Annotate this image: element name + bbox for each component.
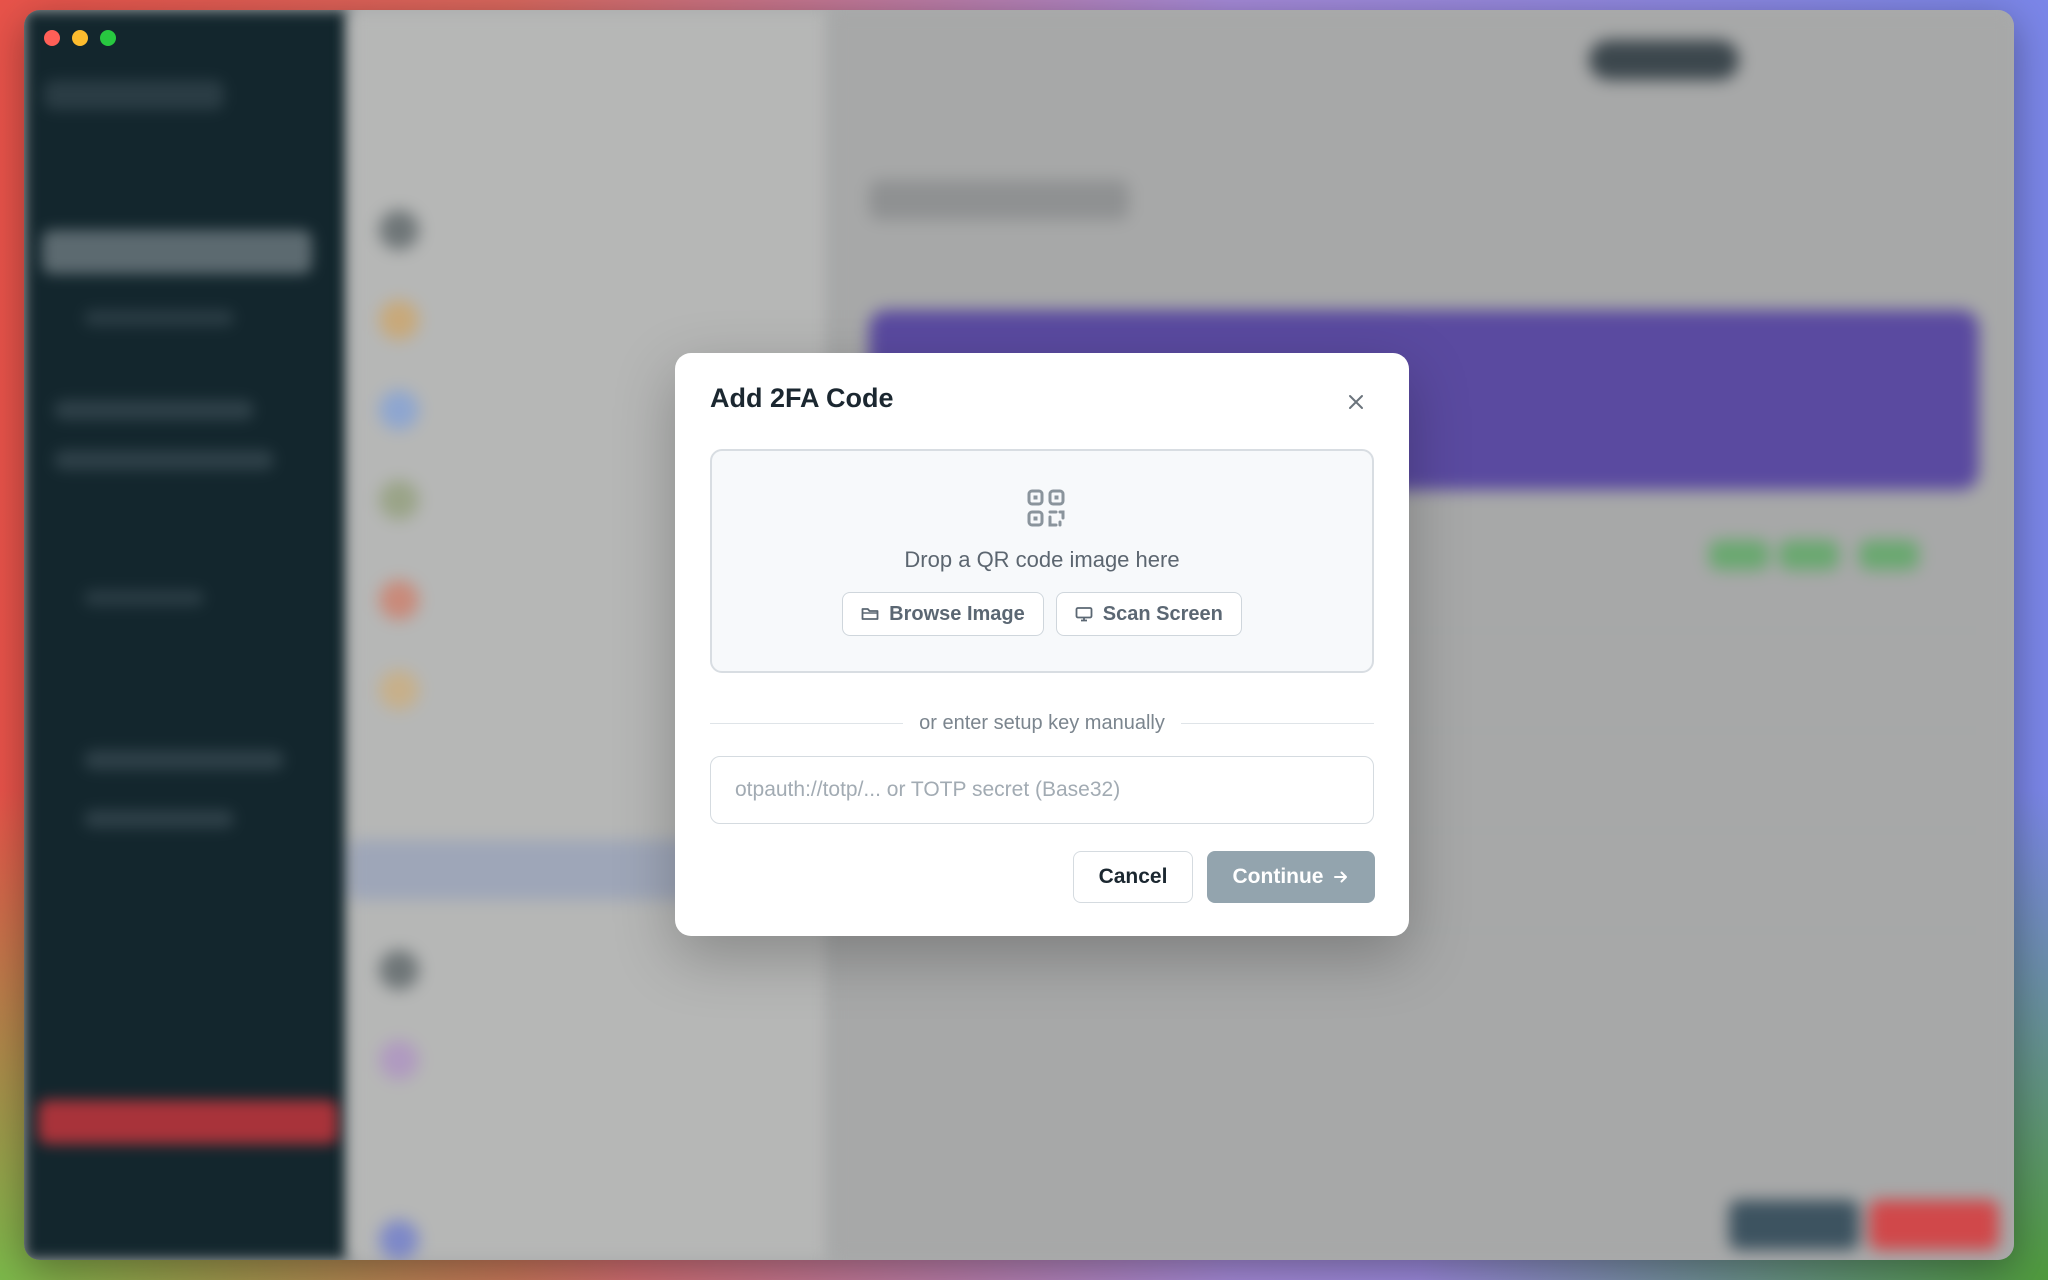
- divider-line-right: [1180, 722, 1374, 724]
- close-button[interactable]: [1341, 387, 1371, 417]
- window-controls: [44, 30, 116, 46]
- browse-image-button[interactable]: Browse Image: [842, 592, 1044, 636]
- close-icon: [1349, 395, 1363, 409]
- scan-screen-label: Scan Screen: [1102, 602, 1223, 625]
- close-window-button[interactable]: [44, 30, 60, 46]
- scan-screen-button[interactable]: Scan Screen: [1055, 592, 1242, 636]
- continue-button[interactable]: Continue: [1207, 851, 1375, 903]
- qr-dropzone[interactable]: Drop a QR code image here Browse Image S…: [710, 449, 1374, 673]
- continue-label: Continue: [1232, 865, 1324, 888]
- folder-icon: [861, 608, 879, 620]
- browse-image-label: Browse Image: [889, 602, 1025, 625]
- monitor-icon: [1075, 607, 1093, 622]
- add-2fa-modal: Add 2FA Code Drop a QR code image here B…: [675, 353, 1409, 936]
- arrow-right-icon: [1334, 871, 1348, 883]
- cancel-button[interactable]: Cancel: [1073, 851, 1193, 903]
- app-window: Add 2FA Code Drop a QR code image here B…: [24, 10, 2014, 1260]
- dropzone-text: Drop a QR code image here: [904, 547, 1180, 572]
- manual-entry-divider: or enter setup key manually: [710, 708, 1374, 738]
- divider-line-left: [710, 722, 904, 724]
- divider-text: or enter setup key manually: [919, 711, 1165, 734]
- zoom-window-button[interactable]: [100, 30, 116, 46]
- modal-title: Add 2FA Code: [710, 383, 894, 413]
- minimize-window-button[interactable]: [72, 30, 88, 46]
- qr-code-icon: [1027, 489, 1065, 527]
- setup-key-input[interactable]: [710, 756, 1374, 824]
- background-sidebar: [24, 10, 349, 1260]
